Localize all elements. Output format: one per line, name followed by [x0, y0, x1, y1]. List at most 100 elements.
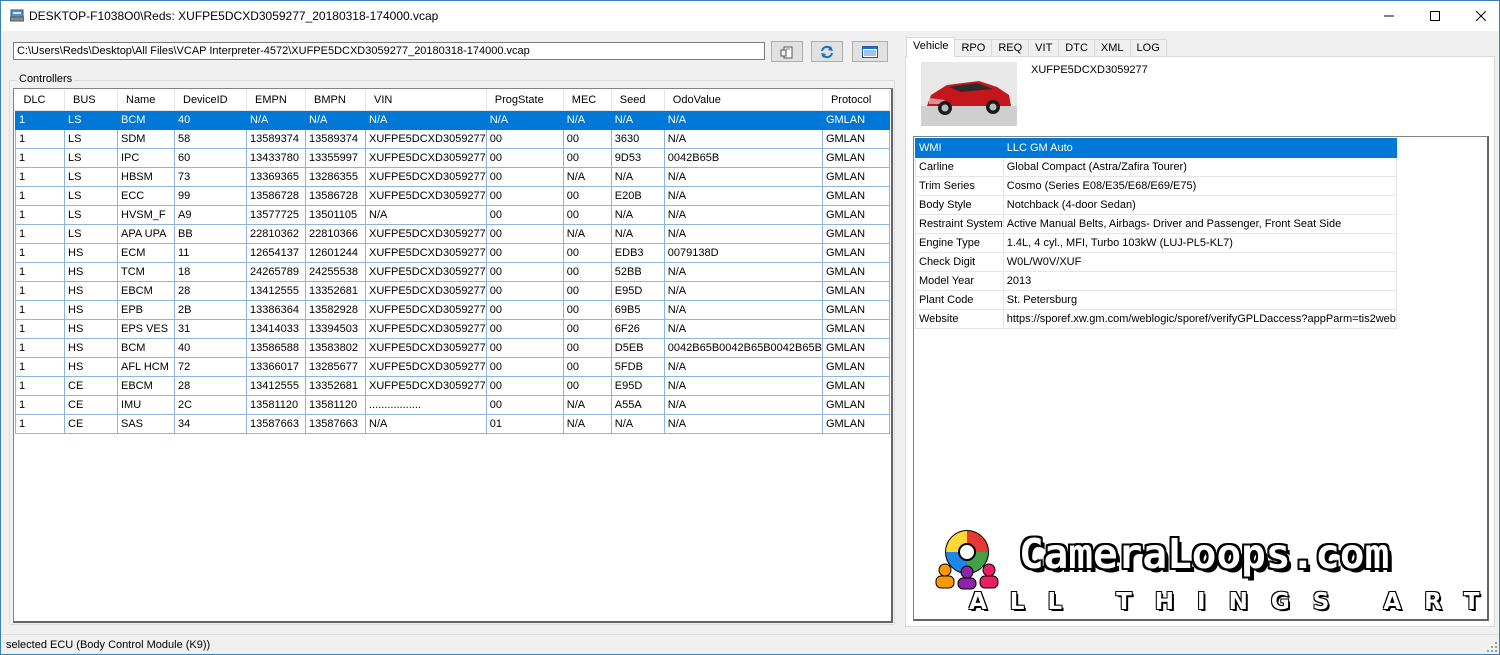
column-header[interactable]: Name [117, 90, 175, 111]
table-cell[interactable]: N/A [663, 185, 823, 206]
table-cell[interactable]: 0079138D [663, 242, 823, 263]
table-row[interactable]: 1 LS HBSM 73 13369365 13286355 XUFPE5DCXD30592… [15, 166, 890, 187]
table-cell[interactable]: 00 [562, 185, 612, 206]
table-cell[interactable]: 1 [15, 299, 65, 320]
table-cell[interactable]: 40 [174, 337, 247, 358]
table-cell[interactable]: XUFPE5DCXD3059277 [365, 375, 487, 396]
table-cell[interactable]: 58 [174, 128, 247, 149]
table-cell[interactable]: 13366017 [246, 356, 306, 377]
table-cell[interactable]: HS [64, 356, 118, 377]
table-cell[interactable]: 3630 [610, 128, 665, 149]
table-cell[interactable]: GMLAN [821, 185, 890, 206]
table-cell[interactable]: 00 [485, 375, 564, 396]
table-cell[interactable]: GMLAN [821, 394, 890, 415]
controllers-grid[interactable]: DLC BUS Name DeviceID EMPN BMPN VIN ProgState ME… [13, 88, 893, 623]
table-cell[interactable]: BB [174, 223, 247, 244]
column-header[interactable]: MEC [563, 90, 612, 111]
table-cell[interactable]: 31 [174, 318, 247, 339]
table-cell[interactable]: 73 [174, 166, 247, 187]
table-cell[interactable]: D5EB [610, 337, 665, 358]
table-cell[interactable]: 1 [15, 128, 65, 149]
tab-dtc[interactable]: DTC [1058, 39, 1095, 57]
table-cell[interactable]: 13577725 [246, 204, 306, 225]
table-cell[interactable]: N/A [663, 109, 823, 130]
info-row[interactable]: Restraint System Active Manual Belts, Air… [915, 214, 1397, 234]
tab-req[interactable]: REQ [991, 39, 1030, 57]
table-cell[interactable]: 1 [15, 413, 65, 434]
table-cell[interactable]: CE [64, 375, 118, 396]
table-cell[interactable]: 72 [174, 356, 247, 377]
table-cell[interactable]: 1 [15, 166, 65, 187]
table-row[interactable]: 1 CE SAS 34 13587663 13587663 N/A 01 N/A N/A N/A GM… [15, 413, 890, 434]
table-cell[interactable]: N/A [663, 299, 823, 320]
table-cell[interactable]: LS [64, 185, 118, 206]
info-value[interactable]: St. Petersburg [1002, 290, 1397, 310]
table-row[interactable]: 1 HS ECM 11 12654137 12601244 XUFPE5DCXD305927… [15, 242, 890, 263]
info-value[interactable]: 1.4L, 4 cyl., MFI, Turbo 103kW (LUJ-PL5-… [1002, 233, 1397, 253]
table-cell[interactable]: 12654137 [246, 242, 306, 263]
table-cell[interactable]: CE [64, 413, 118, 434]
table-cell[interactable]: N/A [663, 261, 823, 282]
table-cell[interactable]: N/A [365, 413, 487, 434]
info-key[interactable]: Check Digit [915, 252, 1004, 272]
table-cell[interactable]: N/A [610, 109, 665, 130]
info-row[interactable]: Website https://sporef.xw.gm.com/weblogic… [915, 309, 1397, 329]
refresh-button[interactable] [811, 41, 843, 62]
table-cell[interactable]: 00 [485, 147, 564, 168]
table-cell[interactable]: 13587663 [246, 413, 306, 434]
info-row[interactable]: Check Digit W0L/W0V/XUF [915, 252, 1397, 272]
table-cell[interactable]: A9 [174, 204, 247, 225]
view-window-button[interactable] [852, 41, 888, 62]
table-cell[interactable]: EBCM [117, 280, 175, 301]
table-cell[interactable]: GMLAN [821, 147, 890, 168]
table-cell[interactable]: 18 [174, 261, 247, 282]
info-row[interactable]: Body Style Notchback (4-door Sedan) [915, 195, 1397, 215]
info-value[interactable]: LLC GM Auto [1002, 138, 1397, 158]
table-row[interactable]: 1 HS AFL HCM 72 13366017 13285677 XUFPE5DCXD30… [15, 356, 890, 377]
table-cell[interactable]: GMLAN [821, 413, 890, 434]
table-cell[interactable]: N/A [562, 109, 612, 130]
table-cell[interactable]: XUFPE5DCXD3059277 [365, 356, 487, 377]
table-cell[interactable]: XUFPE5DCXD3059277 [365, 242, 487, 263]
table-cell[interactable]: 01 [485, 413, 564, 434]
info-key[interactable]: WMI [915, 138, 1004, 158]
open-file-button[interactable] [771, 41, 803, 62]
table-cell[interactable]: HS [64, 242, 118, 263]
table-cell[interactable]: 13352681 [305, 375, 366, 396]
table-cell[interactable]: E20B [610, 185, 665, 206]
table-cell[interactable]: 00 [562, 280, 612, 301]
table-cell[interactable]: 13412555 [246, 375, 306, 396]
table-cell[interactable]: 13582928 [305, 299, 366, 320]
table-cell[interactable]: 13586728 [246, 185, 306, 206]
table-cell[interactable]: 13581120 [305, 394, 366, 415]
table-cell[interactable]: 00 [485, 223, 564, 244]
table-cell[interactable]: EDB3 [610, 242, 665, 263]
table-cell[interactable]: XUFPE5DCXD3059277 [365, 280, 487, 301]
table-cell[interactable]: LS [64, 109, 118, 130]
table-cell[interactable]: N/A [246, 109, 306, 130]
table-cell[interactable]: 22810366 [305, 223, 366, 244]
table-cell[interactable]: EBCM [117, 375, 175, 396]
info-value[interactable]: https://sporef.xw.gm.com/weblogic/sporef… [1002, 309, 1397, 329]
table-cell[interactable]: 6F26 [610, 318, 665, 339]
table-cell[interactable]: 00 [562, 147, 612, 168]
table-row[interactable]: 1 LS APA UPA BB 22810362 22810366 XUFPE5DCXD30… [15, 223, 890, 244]
table-cell[interactable]: LS [64, 147, 118, 168]
table-cell[interactable]: GMLAN [821, 337, 890, 358]
column-header[interactable]: EMPN [246, 90, 306, 111]
table-cell[interactable]: EPS VES [117, 318, 175, 339]
table-cell[interactable]: 13589374 [305, 128, 366, 149]
table-cell[interactable]: 1 [15, 109, 65, 130]
table-cell[interactable]: 00 [485, 242, 564, 263]
table-cell[interactable]: 00 [562, 128, 612, 149]
table-cell[interactable]: 00 [485, 185, 564, 206]
table-cell[interactable]: BCM [117, 337, 175, 358]
column-header[interactable]: VIN [365, 90, 487, 111]
table-cell[interactable]: 00 [485, 318, 564, 339]
table-cell[interactable]: 00 [485, 166, 564, 187]
info-value[interactable]: Notchback (4-door Sedan) [1002, 195, 1397, 215]
table-cell[interactable]: ECM [117, 242, 175, 263]
table-cell[interactable]: GMLAN [821, 166, 890, 187]
close-button[interactable] [1458, 1, 1500, 31]
table-cell[interactable]: HS [64, 318, 118, 339]
